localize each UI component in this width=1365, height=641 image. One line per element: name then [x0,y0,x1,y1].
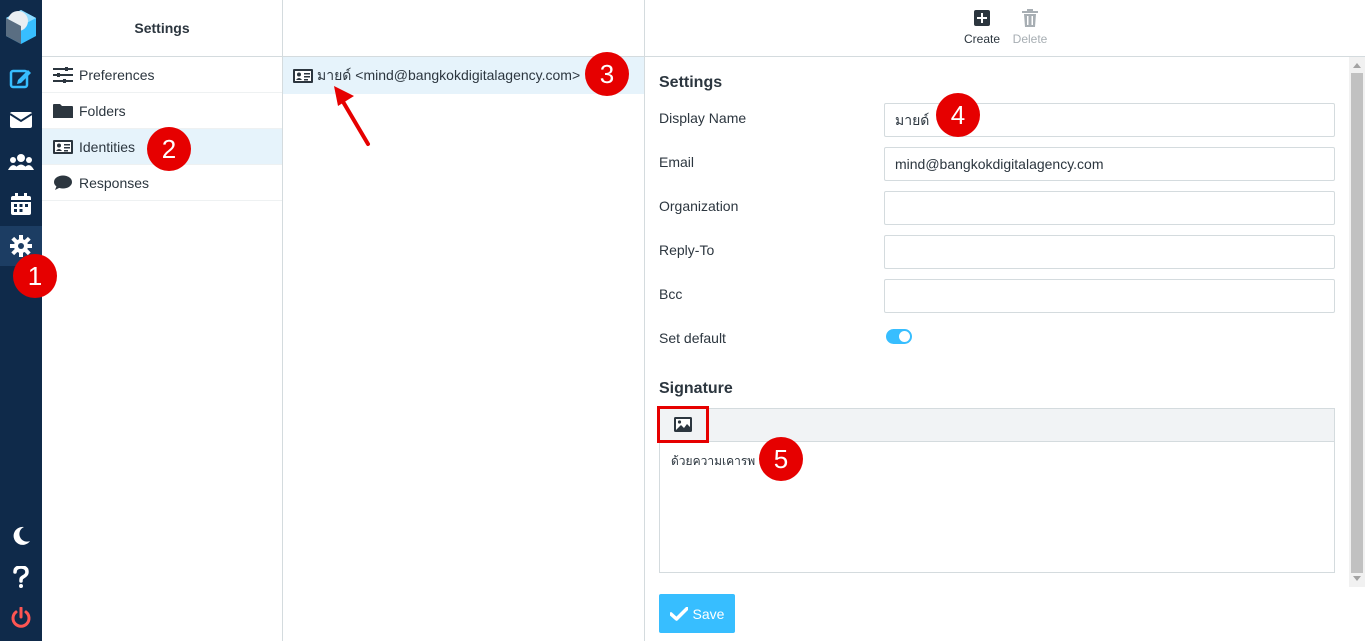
power-icon [11,607,31,628]
scroll-up-icon[interactable] [1353,63,1361,68]
logout-button[interactable] [0,598,42,638]
annotation-arrow-icon [334,86,370,146]
mail-icon [10,112,32,128]
identity-editor: Create Delete Settings Display Name มายด… [645,0,1365,641]
logo-icon [4,8,38,46]
reply-to-input[interactable] [884,235,1335,269]
signature-section-title: Signature [659,380,733,397]
check-icon [669,606,688,621]
compose-icon [9,69,31,89]
email-input[interactable]: mind@bangkokdigitalagency.com [884,147,1335,181]
moon-icon [13,526,31,545]
identity-form: Settings Display Name มายด์ Email mind@b… [657,74,1335,633]
display-name-label: Display Name [659,110,747,126]
bcc-label: Bcc [659,286,683,302]
set-default-row: Set default [659,323,1335,357]
contacts-button[interactable] [0,142,42,182]
bcc-input[interactable] [884,279,1335,313]
compose-button[interactable] [0,58,42,98]
annotation-badge-5: 5 [759,437,803,481]
annotation-badge-2: 2 [147,127,191,171]
annotation-badge-1: 1 [13,254,57,298]
id-card-icon [293,68,313,83]
id-card-icon [52,139,74,155]
settings-section-title: Settings [659,74,723,91]
delete-label: Delete [1012,32,1048,46]
create-button[interactable]: Create [957,7,1007,46]
annotation-badge-4: 4 [936,93,980,137]
signature-toolbar [657,406,1334,443]
insert-image-button[interactable] [657,406,709,443]
email-label: Email [659,154,695,170]
scroll-down-icon[interactable] [1353,576,1361,581]
mail-button[interactable] [0,100,42,140]
settings-menu-title: Settings [42,0,282,57]
set-default-toggle[interactable] [886,329,912,344]
help-button[interactable] [0,557,42,597]
reply-to-row: Reply-To [659,235,1335,269]
menu-item-label: Responses [79,174,150,191]
image-icon [674,417,692,432]
organization-input[interactable] [884,191,1335,225]
menu-item-responses[interactable]: Responses [42,165,282,201]
settings-menu: Settings Preferences Folders Identities … [42,0,283,641]
content-scrollbar[interactable] [1349,57,1365,587]
annotation-badge-3: 3 [585,52,629,96]
bcc-row: Bcc [659,279,1335,313]
save-button[interactable]: Save [659,594,735,633]
folder-icon [52,103,74,119]
menu-item-label: Folders [79,102,126,119]
menu-item-folders[interactable]: Folders [42,93,282,129]
menu-item-label: Identities [79,138,136,155]
organization-row: Organization [659,191,1335,225]
organization-label: Organization [659,198,739,214]
contacts-icon [8,154,34,170]
dark-mode-button[interactable] [0,516,42,556]
plus-square-icon [957,7,1007,29]
identities-list-header [283,0,644,57]
reply-to-label: Reply-To [659,242,715,258]
email-row: Email mind@bangkokdigitalagency.com [659,147,1335,181]
sliders-icon [52,66,74,83]
signature-editor: ด้วยความเคารพ [657,406,1335,573]
calendar-icon [11,193,31,215]
create-label: Create [963,32,1001,46]
calendar-button[interactable] [0,184,42,224]
menu-item-preferences[interactable]: Preferences [42,57,282,93]
delete-button[interactable]: Delete [1005,7,1055,46]
display-name-row: Display Name มายด์ [659,103,1335,137]
toolbar: Create Delete [645,0,1365,57]
app-rail [0,0,42,641]
comment-icon [52,175,74,191]
scroll-thumb[interactable] [1351,73,1363,573]
help-icon [13,566,29,588]
set-default-label: Set default [659,330,726,346]
trash-icon [1005,7,1055,29]
save-label: Save [692,605,725,622]
menu-item-label: Preferences [79,66,155,83]
